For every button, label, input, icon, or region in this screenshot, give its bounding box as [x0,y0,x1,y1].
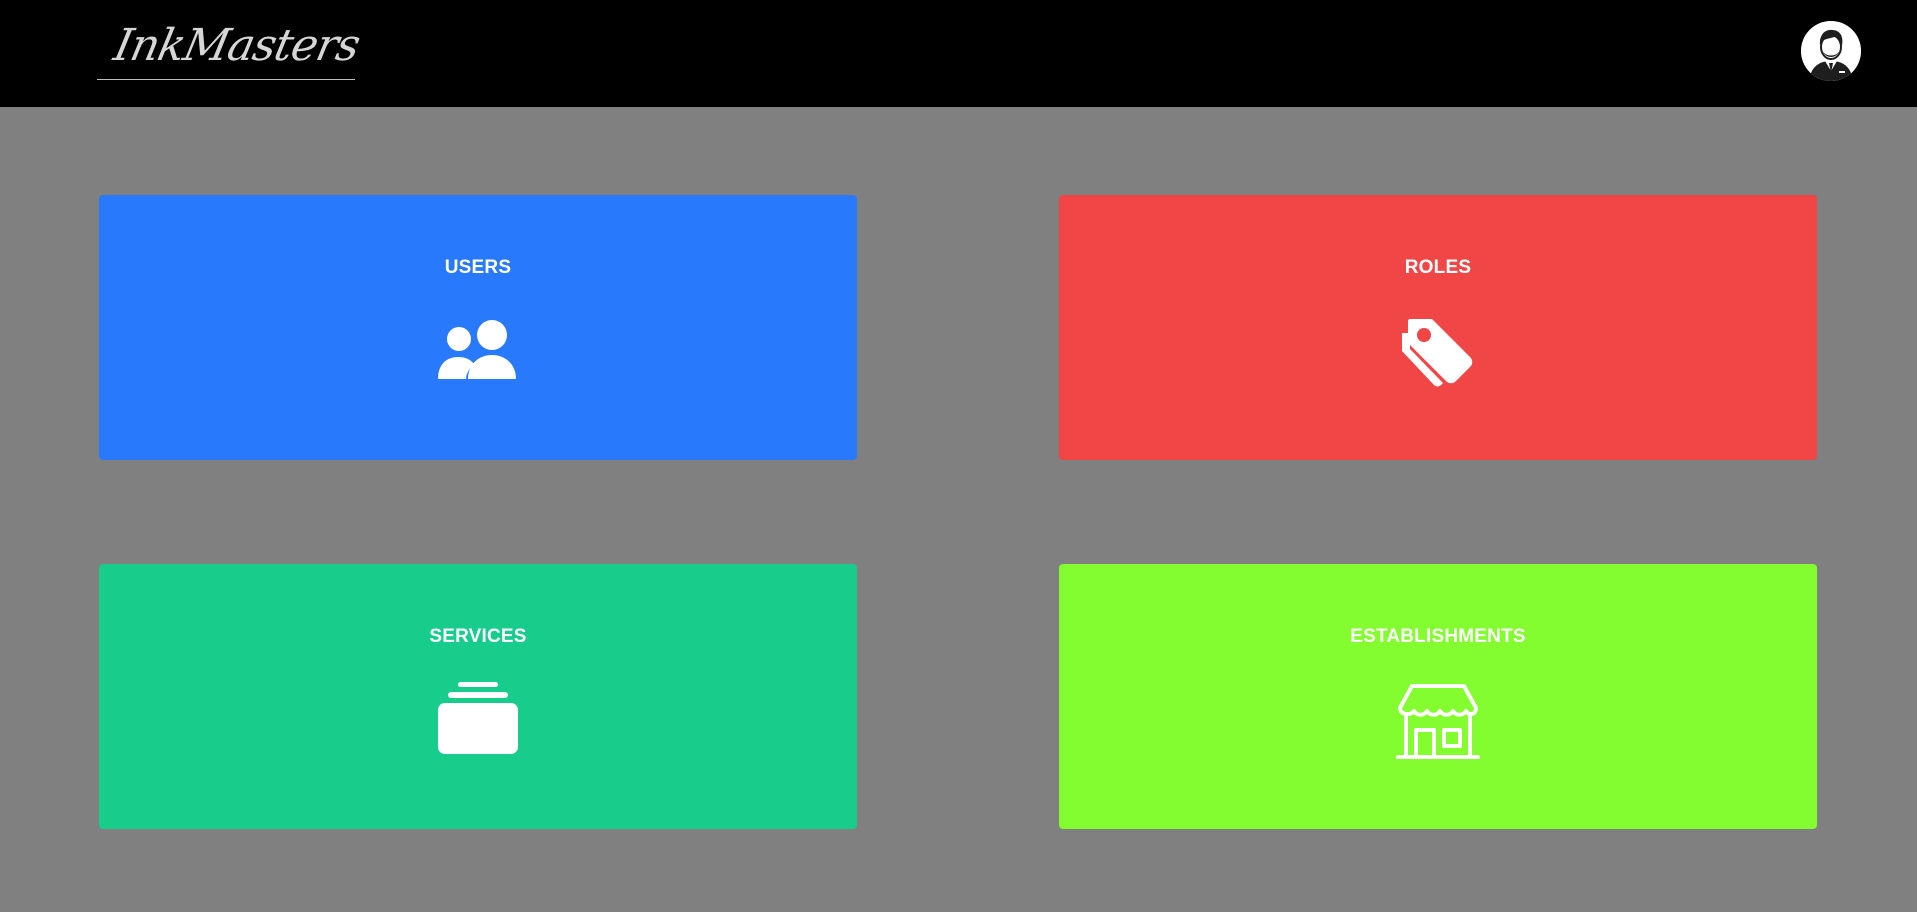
users-card-title: USERS [444,257,512,278]
roles-card[interactable]: ROLES [1054,190,1822,465]
logo-text: InkMasters [109,20,365,71]
top-bar: InkMasters [0,0,1917,107]
layers-icon [436,682,520,760]
users-card[interactable]: USERS [94,190,862,465]
establishments-card-body: ESTABLISHMENTS [1059,564,1817,829]
user-avatar-icon[interactable] [1801,21,1861,81]
tags-icon [1396,313,1480,391]
roles-card-body: ROLES [1059,195,1817,460]
establishments-card[interactable]: ESTABLISHMENTS [1054,559,1822,834]
services-card-title: SERVICES [429,626,527,647]
establishments-card-title: ESTABLISHMENTS [1350,626,1526,647]
services-card[interactable]: SERVICES [94,559,862,834]
logo[interactable]: InkMasters [97,14,364,80]
users-card-body: USERS [99,195,857,460]
roles-card-title: ROLES [1404,257,1472,278]
store-icon [1396,682,1480,760]
users-icon [436,313,520,391]
services-card-body: SERVICES [99,564,857,829]
